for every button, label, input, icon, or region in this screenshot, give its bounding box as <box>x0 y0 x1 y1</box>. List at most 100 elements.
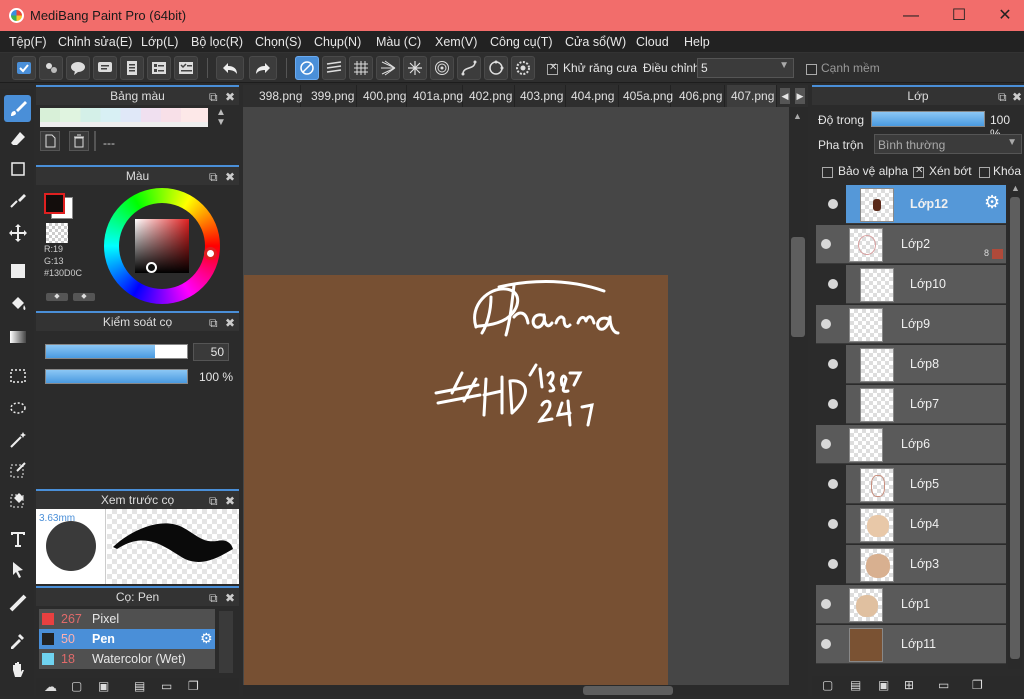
collaboration-icon[interactable] <box>39 56 63 80</box>
saturation-value-square[interactable] <box>135 219 189 273</box>
close-panel-icon[interactable]: ✖ <box>225 314 235 332</box>
layer-row[interactable]: Lớp12 ⚙ <box>828 185 1006 224</box>
canvas-vertical-scrollbar[interactable]: ▲ <box>789 107 808 696</box>
grid-snap-icon[interactable] <box>349 56 373 80</box>
layer-row[interactable]: Lớp10 <box>828 265 1006 304</box>
undo-icon[interactable] <box>216 56 244 80</box>
adjust-dropdown[interactable]: 5 ▼ <box>697 58 794 78</box>
redo-icon[interactable] <box>249 56 277 80</box>
menu-view[interactable]: Xem(V) <box>435 35 477 49</box>
layer-row[interactable]: Lớp8 <box>828 345 1006 384</box>
curve-snap-icon[interactable] <box>457 56 481 80</box>
menu-tools[interactable]: Công cụ(T) <box>490 35 553 49</box>
tab-399[interactable]: 399.png <box>307 85 357 107</box>
text-tool-icon[interactable] <box>4 525 31 552</box>
canvas-viewport[interactable] <box>243 107 789 696</box>
brush-opacity-slider[interactable] <box>45 369 188 384</box>
tab-398[interactable]: 398.png <box>255 85 302 107</box>
divide-panel-tool-icon[interactable] <box>4 589 31 616</box>
folder-icon[interactable]: ▭ <box>161 679 172 693</box>
menu-file[interactable]: Tệp(F) <box>9 35 47 49</box>
close-panel-icon[interactable]: ✖ <box>225 492 235 510</box>
menu-layer[interactable]: Lớp(L) <box>141 35 178 49</box>
move-tool-icon[interactable] <box>4 219 31 246</box>
select-eraser-tool-icon[interactable] <box>4 486 31 513</box>
undock-icon[interactable]: ⧉ <box>209 88 218 106</box>
tab-401a[interactable]: 401a.png <box>409 85 463 107</box>
tab-402[interactable]: 402.png <box>465 85 515 107</box>
radial-snap-icon[interactable] <box>403 56 427 80</box>
layer-row[interactable]: Lớp6 <box>816 425 1006 464</box>
brush-item-selected[interactable]: 50 Pen ⚙ <box>39 629 215 649</box>
protect-alpha-checkbox[interactable] <box>822 165 833 179</box>
antialias-checkbox[interactable] <box>547 62 558 76</box>
scroll-down-icon[interactable]: ▼ <box>216 117 226 128</box>
transparent-color-swatch[interactable] <box>46 223 68 243</box>
new-8bit-layer-icon[interactable]: ▤ <box>850 678 861 692</box>
menu-snap[interactable]: Chụp(N) <box>314 35 361 49</box>
tab-406[interactable]: 406.png <box>675 85 725 107</box>
undock-icon[interactable]: ⧉ <box>209 314 218 332</box>
operation-tool-icon[interactable] <box>4 556 31 583</box>
eraser-tool-icon[interactable] <box>4 125 31 152</box>
tab-403[interactable]: 403.png <box>516 85 566 107</box>
snap-settings-icon[interactable] <box>511 56 535 80</box>
brush-size-value[interactable]: 50 <box>193 343 229 361</box>
blend-mode-dropdown[interactable]: Bình thường ▼ <box>874 134 1022 154</box>
add-layer-menu-icon[interactable]: ⊞ <box>904 678 914 692</box>
color-mode-button[interactable]: ◆ <box>46 293 68 301</box>
fill-rect-tool-icon[interactable] <box>4 257 31 284</box>
menu-window[interactable]: Cửa sổ(W) <box>565 35 626 49</box>
add-brush-icon[interactable]: ▣ <box>98 679 109 693</box>
soft-edge-checkbox[interactable] <box>806 62 817 76</box>
concentric-snap-icon[interactable] <box>430 56 454 80</box>
duplicate-layer-icon[interactable]: ❐ <box>972 678 983 692</box>
visibility-icon[interactable] <box>828 399 838 409</box>
checklist-icon[interactable] <box>174 56 198 80</box>
circle-snap-icon[interactable] <box>484 56 508 80</box>
visibility-icon[interactable] <box>828 479 838 489</box>
layer-row[interactable]: Lớp1 <box>816 585 1006 624</box>
menu-help[interactable]: Help <box>684 35 710 49</box>
visibility-icon[interactable] <box>821 439 831 449</box>
color-swap-button[interactable]: ◆ <box>73 293 95 301</box>
layer-row[interactable]: Lớp3 <box>828 545 1006 584</box>
hue-cursor[interactable] <box>204 247 217 260</box>
visibility-icon[interactable] <box>821 319 831 329</box>
layer-row[interactable]: Lớp2 8 <box>816 225 1006 264</box>
tab-400[interactable]: 400.png <box>359 85 407 107</box>
tab-404[interactable]: 404.png <box>567 85 619 107</box>
undock-icon[interactable]: ⧉ <box>209 168 218 186</box>
gradient-tool-icon[interactable] <box>4 323 31 350</box>
new-layer-icon[interactable]: ▢ <box>822 678 833 692</box>
new-brush-icon[interactable]: ▢ <box>71 679 82 693</box>
menu-edit[interactable]: Chỉnh sửa(E) <box>58 35 132 49</box>
hand-tool-icon[interactable] <box>4 656 31 683</box>
visibility-icon[interactable] <box>828 199 838 209</box>
palette-swatches[interactable] <box>40 108 208 122</box>
hue-ring[interactable] <box>104 188 220 304</box>
visibility-icon[interactable] <box>828 279 838 289</box>
magic-wand-tool-icon[interactable] <box>4 426 31 453</box>
vertical-scroll-thumb[interactable] <box>791 237 805 337</box>
visibility-icon[interactable] <box>821 239 831 249</box>
minimize-button[interactable]: — <box>888 0 934 31</box>
eyedropper-tool-icon[interactable] <box>4 626 31 653</box>
pen-curve-tool-icon[interactable] <box>4 186 31 213</box>
layer-scroll-thumb[interactable] <box>1010 197 1020 659</box>
undock-icon[interactable]: ⧉ <box>209 492 218 510</box>
maximize-button[interactable]: ☐ <box>936 0 982 31</box>
vanishing-point-snap-icon[interactable] <box>376 56 400 80</box>
undock-icon[interactable]: ⧉ <box>209 589 218 607</box>
lasso-tool-icon[interactable] <box>4 395 31 422</box>
delete-palette-icon[interactable] <box>69 131 89 151</box>
cloud-save-icon[interactable] <box>12 56 36 80</box>
parallel-snap-icon[interactable] <box>322 56 346 80</box>
select-rect-tool-icon[interactable] <box>4 362 31 389</box>
tab-407[interactable]: 407.png <box>727 85 777 107</box>
gear-icon[interactable]: ⚙ <box>984 192 1000 213</box>
brush-size-slider[interactable] <box>45 344 188 359</box>
menu-filter[interactable]: Bộ lọc(R) <box>191 35 243 49</box>
new-1bit-layer-icon[interactable]: ▣ <box>878 678 889 692</box>
palette-swatches-row2[interactable] <box>40 122 208 127</box>
